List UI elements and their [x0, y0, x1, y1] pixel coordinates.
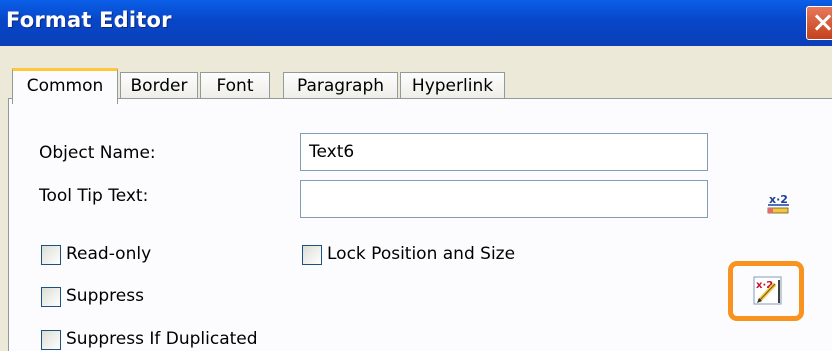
tooltip-text-input[interactable]: [300, 180, 708, 218]
tab-common[interactable]: Common: [12, 68, 118, 104]
tooltip-text-label: Tool Tip Text:: [39, 186, 149, 206]
lock-position-checkbox[interactable]: [302, 245, 322, 265]
close-button[interactable]: [806, 6, 832, 40]
tab-common-label: Common: [26, 76, 104, 96]
formula-icon: x·2: [767, 193, 789, 214]
tab-font-label: Font: [216, 76, 254, 96]
tooltip-formula-button[interactable]: x·2: [766, 190, 792, 216]
tab-paragraph-label: Paragraph: [296, 76, 385, 96]
read-only-label: Read-only: [66, 244, 152, 264]
title-bar: Format Editor: [0, 0, 832, 46]
lock-position-label: Lock Position and Size: [327, 244, 516, 264]
suppress-label: Suppress: [66, 286, 144, 306]
suppress-checkbox[interactable]: [41, 287, 61, 307]
tab-hyperlink-label: Hyperlink: [411, 76, 494, 96]
read-only-checkbox[interactable]: [41, 245, 61, 265]
tab-border-label: Border: [130, 76, 188, 96]
suppress-if-duplicated-checkbox[interactable]: [41, 330, 61, 350]
object-name-input[interactable]: Text6: [300, 133, 708, 171]
object-name-label: Object Name:: [39, 143, 156, 163]
window-title: Format Editor: [6, 8, 172, 32]
formula-pencil-icon: x·2: [753, 276, 782, 305]
conditional-formula-button[interactable]: x·2: [753, 276, 782, 305]
svg-text:x·2: x·2: [769, 193, 788, 206]
suppress-if-duplicated-label: Suppress If Duplicated: [66, 329, 258, 349]
